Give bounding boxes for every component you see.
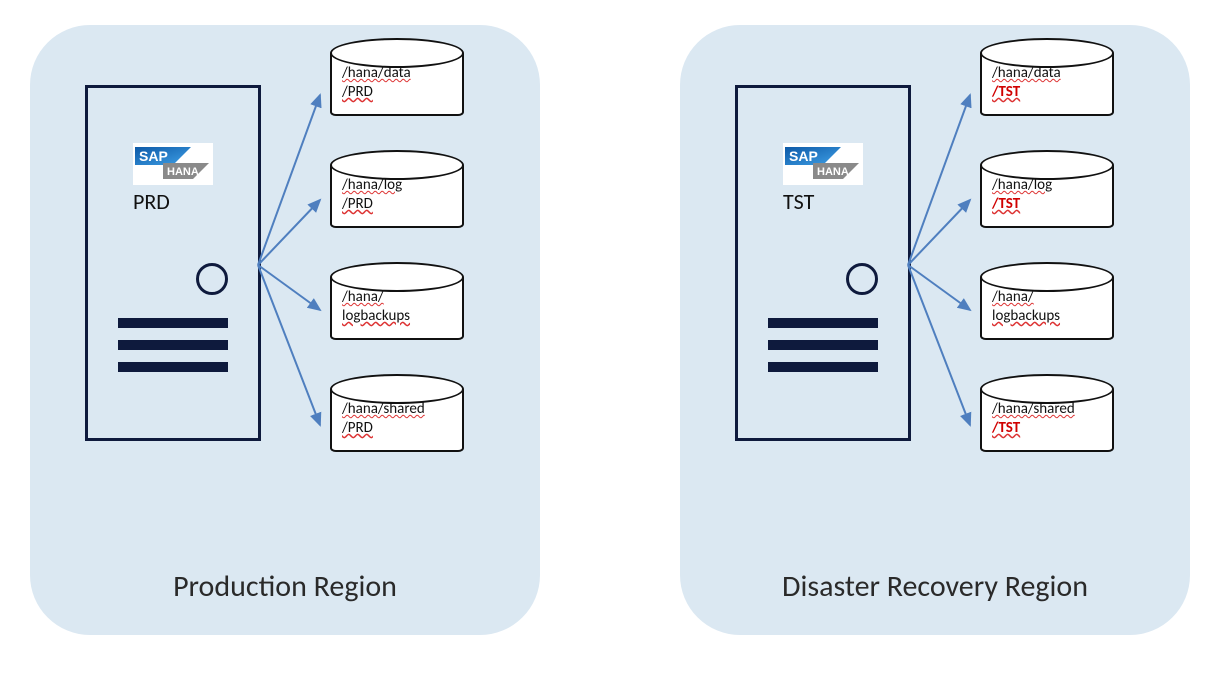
disk-label-line1: /hana/shared <box>992 400 1075 418</box>
disk-label-line2: /TST <box>992 419 1020 437</box>
disk-label-line2: /TST <box>992 195 1020 213</box>
disk-hana-shared-prd: /hana/shared /PRD <box>330 386 464 452</box>
region-production: Production Region SAP HANA <box>30 25 540 635</box>
server-prd-sid: PRD <box>133 188 170 215</box>
disk-label-line2: logbackups <box>992 307 1060 325</box>
sap-hana-logo: SAP HANA <box>783 143 863 185</box>
disk-label-line2: /PRD <box>342 83 373 101</box>
disk-label-line1: /hana/ <box>342 288 384 306</box>
disk-label-line2: logbackups <box>342 307 410 325</box>
disk-label-line1: /hana/data <box>342 64 411 82</box>
disk-label-line2: /PRD <box>342 419 373 437</box>
region-dr: Disaster Recovery Region SAP HANA <box>680 25 1190 635</box>
disk-label-line1: /hana/ <box>992 288 1034 306</box>
server-knob-icon <box>846 263 878 295</box>
server-grill-icon <box>768 318 878 384</box>
disk-label-line2: /PRD <box>342 195 373 213</box>
disks-prd: /hana/data /PRD /hana/log /PRD /hana/ lo… <box>330 50 480 498</box>
server-prd: SAP HANA PRD <box>85 85 261 441</box>
disk-label-line1: /hana/log <box>992 176 1052 194</box>
svg-text:HANA: HANA <box>817 166 849 178</box>
disk-label-line1: /hana/shared <box>342 400 425 418</box>
disk-label-line2: /TST <box>992 83 1020 101</box>
server-tst: SAP HANA TST <box>735 85 911 441</box>
svg-text:SAP: SAP <box>789 148 818 164</box>
arrows-prd <box>258 65 328 465</box>
hana-text: HANA <box>167 166 199 178</box>
server-grill-icon <box>118 318 228 384</box>
disk-hana-data-prd: /hana/data /PRD <box>330 50 464 116</box>
disk-hana-logbackups-prd: /hana/ logbackups <box>330 274 464 340</box>
disk-label-line1: /hana/data <box>992 64 1061 82</box>
diagram-canvas: Production Region SAP HANA <box>0 0 1225 677</box>
disk-hana-logbackups-tst: /hana/ logbackups <box>980 274 1114 340</box>
disks-tst: /hana/data /TST /hana/log /TST /hana/ lo… <box>980 50 1130 498</box>
sap-hana-logo: SAP HANA <box>133 143 213 185</box>
sap-text: SAP <box>139 148 168 164</box>
disk-hana-shared-tst: /hana/shared /TST <box>980 386 1114 452</box>
server-knob-icon <box>196 263 228 295</box>
disk-hana-log-tst: /hana/log /TST <box>980 162 1114 228</box>
server-tst-sid: TST <box>783 188 814 215</box>
disk-hana-log-prd: /hana/log /PRD <box>330 162 464 228</box>
region-dr-title: Disaster Recovery Region <box>680 568 1190 605</box>
disk-label-line1: /hana/log <box>342 176 402 194</box>
disk-hana-data-tst: /hana/data /TST <box>980 50 1114 116</box>
arrows-tst <box>908 65 978 465</box>
region-production-title: Production Region <box>30 568 540 605</box>
